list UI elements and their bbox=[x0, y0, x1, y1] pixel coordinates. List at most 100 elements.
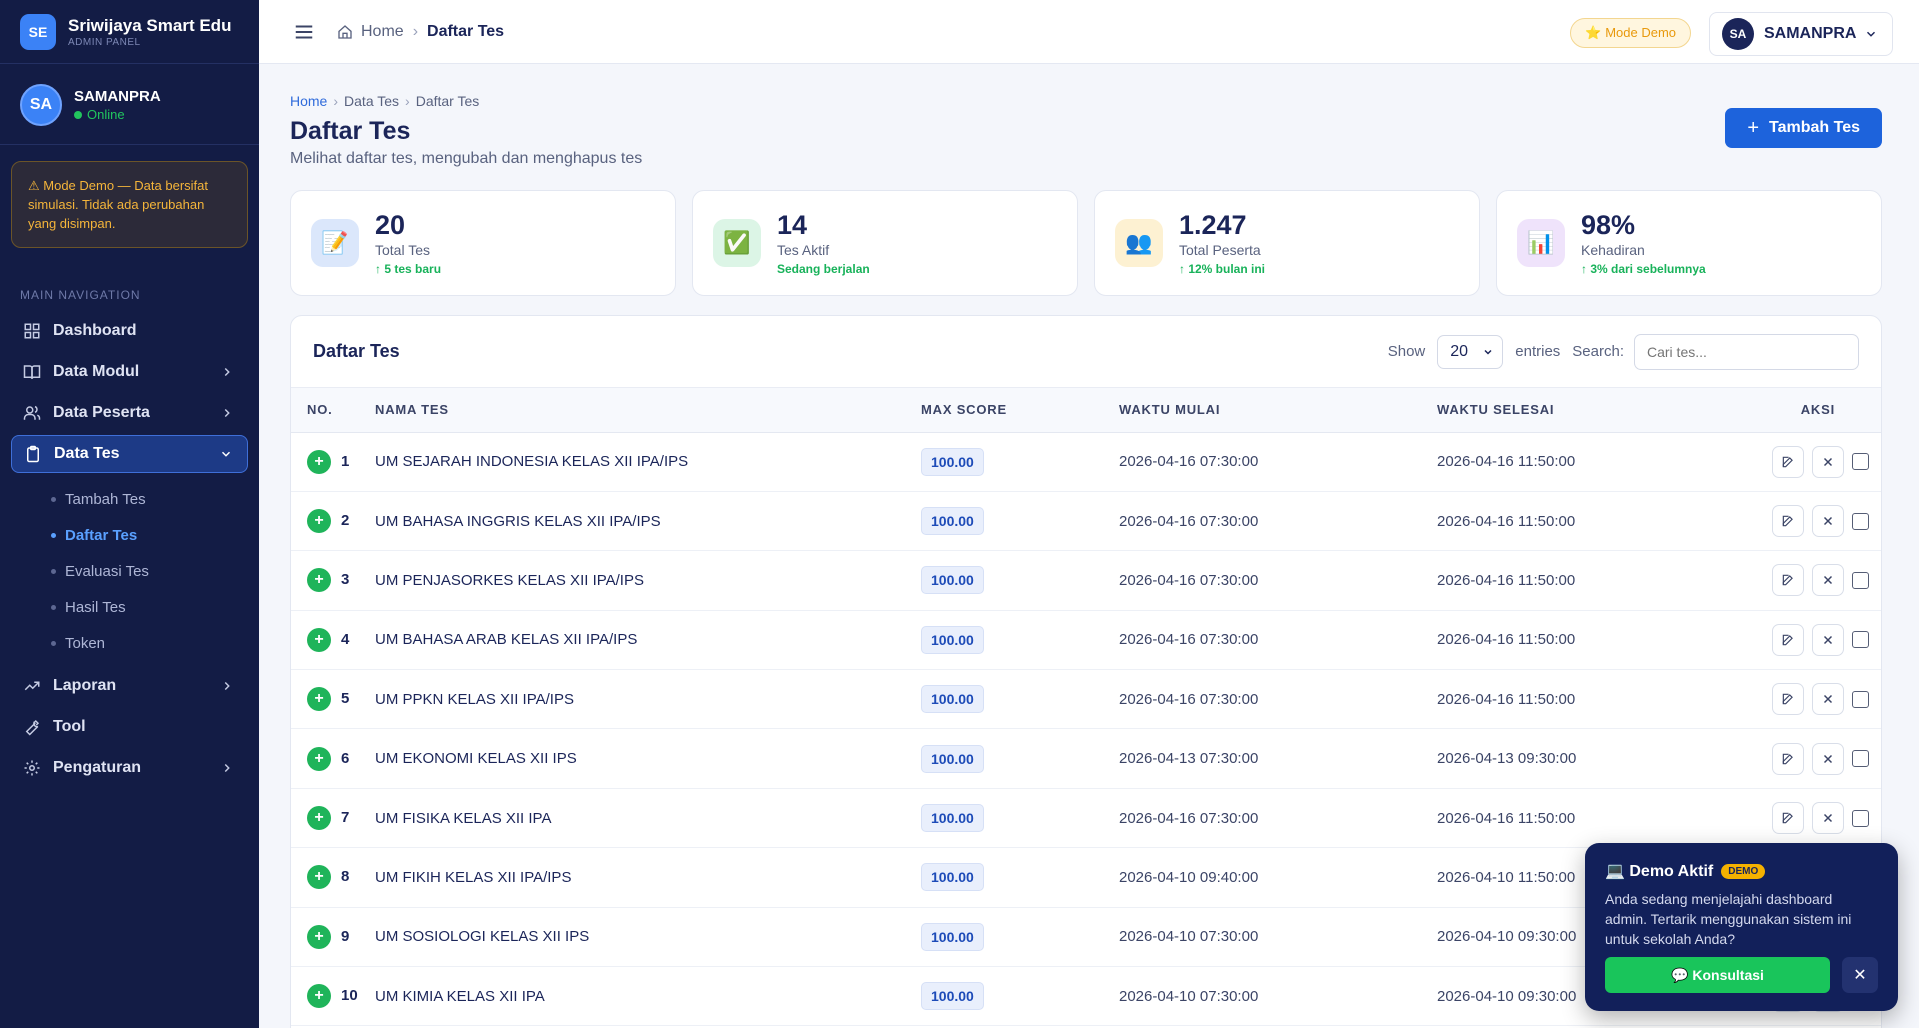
hamburger-menu-icon[interactable] bbox=[293, 21, 315, 43]
col-max-score[interactable]: MAX SCORE bbox=[921, 388, 1119, 432]
demo-notice: ⚠ Mode Demo — Data bersifat simulasi. Ti… bbox=[11, 161, 248, 248]
chevron-right-icon bbox=[224, 681, 230, 691]
sub-item-evaluasi-tes[interactable]: Evaluasi Tes bbox=[51, 553, 259, 589]
stat-card-kehadiran: 📊 98% Kehadiran ↑ 3% dari sebelumnya bbox=[1496, 190, 1882, 296]
nav-item-laporan[interactable]: Laporan bbox=[11, 667, 248, 705]
edit-icon[interactable] bbox=[1772, 683, 1804, 716]
nav-item-pengaturan[interactable]: Pengaturan bbox=[11, 749, 248, 787]
expand-row-icon[interactable]: + bbox=[307, 806, 331, 831]
expand-row-icon[interactable]: + bbox=[307, 924, 331, 949]
breadcrumb-home[interactable]: Home bbox=[290, 93, 327, 109]
stat-trend: ↑ 5 tes baru bbox=[375, 262, 442, 276]
bar-chart-icon: 📊 bbox=[1517, 219, 1565, 267]
actions-cell bbox=[1737, 729, 1881, 788]
test-name: UM FIKIH KELAS XII IPA/IPS bbox=[375, 868, 572, 886]
expand-row-icon[interactable]: + bbox=[307, 627, 331, 652]
row-checkbox[interactable] bbox=[1852, 453, 1869, 471]
delete-icon[interactable] bbox=[1812, 505, 1844, 538]
delete-icon[interactable] bbox=[1812, 742, 1844, 775]
edit-icon[interactable] bbox=[1772, 564, 1804, 597]
expand-row-icon[interactable]: + bbox=[307, 746, 331, 771]
bullet-icon bbox=[51, 640, 56, 646]
brand-logo: SE bbox=[20, 13, 56, 50]
edit-icon[interactable] bbox=[1772, 802, 1804, 835]
row-checkbox[interactable] bbox=[1852, 512, 1869, 530]
edit-icon[interactable] bbox=[1772, 623, 1804, 656]
nav-item-data-tes[interactable]: Data Tes bbox=[11, 435, 248, 473]
expand-row-icon[interactable]: + bbox=[307, 509, 331, 534]
sub-item-label: Tambah Tes bbox=[65, 490, 146, 508]
start-time: 2026-04-16 07:30:00 bbox=[1119, 690, 1259, 708]
sub-item-tambah-tes[interactable]: Tambah Tes bbox=[51, 481, 259, 517]
row-no: 10 bbox=[341, 987, 358, 1005]
nav-item-data-modul[interactable]: Data Modul bbox=[11, 353, 248, 391]
col-waktu-mulai[interactable]: WAKTU MULAI bbox=[1119, 388, 1437, 432]
stat-label: Kehadiran bbox=[1581, 242, 1645, 258]
expand-row-icon[interactable]: + bbox=[307, 449, 331, 474]
breadcrumb-data-tes[interactable]: Data Tes bbox=[344, 93, 399, 109]
online-dot-icon bbox=[74, 110, 82, 119]
delete-icon[interactable] bbox=[1812, 802, 1844, 835]
row-no: 4 bbox=[341, 630, 350, 648]
end-time: 2026-04-16 11:50:00 bbox=[1437, 512, 1576, 530]
konsultasi-button[interactable]: 💬 Konsultasi bbox=[1605, 957, 1830, 993]
brand[interactable]: SE Sriwijaya Smart Edu ADMIN PANEL bbox=[0, 0, 259, 64]
nav-item-dashboard[interactable]: Dashboard bbox=[11, 312, 248, 350]
row-checkbox[interactable] bbox=[1852, 571, 1869, 589]
chevron-down-icon bbox=[1484, 349, 1492, 355]
max-score-cell: 100.00 bbox=[921, 788, 1119, 847]
max-score-badge: 100.00 bbox=[921, 922, 984, 951]
max-score-badge: 100.00 bbox=[921, 863, 984, 892]
crumb-separator: › bbox=[333, 93, 339, 109]
end-time: 2026-04-16 11:50:00 bbox=[1437, 453, 1576, 471]
edit-icon[interactable] bbox=[1772, 505, 1804, 538]
user-menu-button[interactable]: SA SAMANPRA bbox=[1709, 12, 1893, 56]
entries-select[interactable]: 20 bbox=[1437, 334, 1504, 369]
row-no: 6 bbox=[341, 749, 350, 767]
topbar: Home › Daftar Tes ⭐ Mode Demo SA SAMANPR… bbox=[259, 0, 1919, 64]
row-no: 3 bbox=[341, 571, 350, 589]
delete-icon[interactable] bbox=[1812, 445, 1844, 478]
nav-item-tool[interactable]: Tool bbox=[11, 708, 248, 746]
delete-icon[interactable] bbox=[1812, 623, 1844, 656]
col-no[interactable]: NO. bbox=[291, 388, 375, 432]
row-checkbox[interactable] bbox=[1852, 750, 1869, 768]
bullet-icon bbox=[51, 532, 56, 538]
actions-cell bbox=[1737, 670, 1881, 729]
edit-icon[interactable] bbox=[1772, 742, 1804, 775]
search-input[interactable] bbox=[1634, 333, 1859, 370]
avatar: SA bbox=[20, 84, 62, 126]
expand-row-icon[interactable]: + bbox=[307, 984, 331, 1009]
max-score-cell: 100.00 bbox=[921, 729, 1119, 788]
row-no-cell: +9 bbox=[291, 907, 375, 966]
test-name: UM EKONOMI KELAS XII IPS bbox=[375, 750, 577, 768]
memo-icon: 📝 bbox=[311, 219, 359, 267]
sub-item-token[interactable]: Token bbox=[51, 625, 259, 661]
row-checkbox[interactable] bbox=[1852, 809, 1869, 827]
start-time: 2026-04-16 07:30:00 bbox=[1119, 571, 1259, 589]
max-score-cell: 100.00 bbox=[921, 967, 1119, 1026]
row-checkbox[interactable] bbox=[1852, 631, 1869, 649]
expand-row-icon[interactable]: + bbox=[307, 687, 331, 712]
delete-icon[interactable] bbox=[1812, 564, 1844, 597]
sub-item-daftar-tes[interactable]: Daftar Tes bbox=[51, 517, 259, 553]
add-test-button[interactable]: + Tambah Tes bbox=[1725, 108, 1882, 148]
close-icon[interactable]: ✕ bbox=[1842, 957, 1878, 993]
mode-demo-badge: ⭐ Mode Demo bbox=[1570, 18, 1691, 48]
sub-item-hasil-tes[interactable]: Hasil Tes bbox=[51, 589, 259, 625]
topbar-crumb-current: Daftar Tes bbox=[427, 22, 505, 40]
edit-icon[interactable] bbox=[1772, 445, 1804, 478]
col-waktu-selesai[interactable]: WAKTU SELESAI bbox=[1437, 388, 1737, 432]
topbar-crumb-home[interactable]: Home bbox=[361, 23, 404, 41]
delete-icon[interactable] bbox=[1812, 683, 1844, 716]
nav-item-data-peserta[interactable]: Data Peserta bbox=[11, 394, 248, 432]
expand-row-icon[interactable]: + bbox=[307, 568, 331, 593]
chevron-down-icon bbox=[1866, 31, 1876, 37]
nav-label: Laporan bbox=[53, 677, 117, 694]
row-checkbox[interactable] bbox=[1852, 690, 1869, 708]
wrench-icon bbox=[25, 719, 40, 736]
max-score-cell: 100.00 bbox=[921, 491, 1119, 550]
stat-label: Total Peserta bbox=[1179, 242, 1261, 258]
expand-row-icon[interactable]: + bbox=[307, 865, 331, 890]
col-nama-tes[interactable]: NAMA TES bbox=[375, 388, 921, 432]
